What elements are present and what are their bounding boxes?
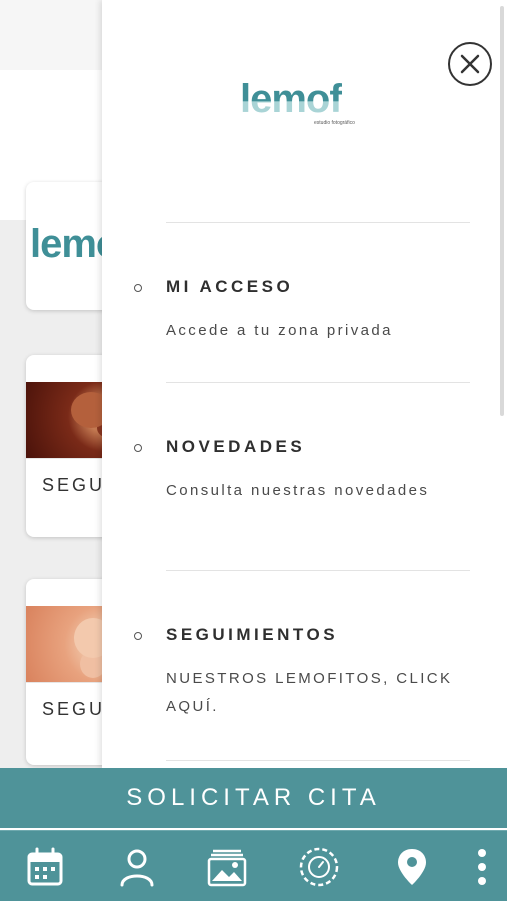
menu-item-title: SEGUIMIENTOS — [166, 625, 339, 644]
menu-item-description: NUESTROS LEMOFITOS, CLICK AQUÍ. — [166, 670, 453, 715]
divider — [166, 570, 470, 571]
user-icon — [120, 849, 154, 887]
close-icon — [460, 54, 480, 74]
menu-item-title: MI ACCESO — [166, 277, 294, 296]
menu-item-description: Consulta nuestras novedades — [166, 482, 430, 499]
bullet-icon — [134, 284, 142, 292]
solicitar-cita-button[interactable]: SOLICITAR CITA — [0, 768, 507, 828]
side-drawer: lemof estudio fotográfico MI ACCESO Acce… — [102, 0, 507, 768]
bullet-icon — [134, 444, 142, 452]
bullet-icon — [134, 632, 142, 640]
tab-gallery[interactable] — [207, 847, 247, 887]
brand-wordmark: lemof — [240, 77, 343, 121]
tab-profile[interactable] — [117, 847, 157, 887]
brand-tagline: estudio fotográfico — [314, 120, 355, 126]
divider — [166, 760, 470, 761]
tab-timer[interactable] — [299, 847, 339, 887]
menu-item-title: NOVEDADES — [166, 437, 306, 456]
drawer-scrollbar[interactable] — [500, 6, 504, 416]
tab-location[interactable] — [392, 847, 432, 887]
location-pin-icon — [398, 849, 426, 885]
tab-calendar[interactable] — [26, 847, 66, 887]
tab-more[interactable] — [462, 847, 502, 887]
brand-logo: lemof estudio fotográfico — [240, 78, 370, 130]
timer-icon — [299, 847, 339, 887]
bottom-tab-bar — [0, 830, 507, 901]
divider — [166, 382, 470, 383]
menu-item-description: Accede a tu zona privada — [166, 322, 393, 339]
calendar-icon — [27, 847, 63, 886]
gallery-icon — [207, 849, 247, 887]
close-button[interactable] — [448, 42, 492, 86]
divider — [166, 222, 470, 223]
more-vertical-icon — [478, 849, 486, 885]
